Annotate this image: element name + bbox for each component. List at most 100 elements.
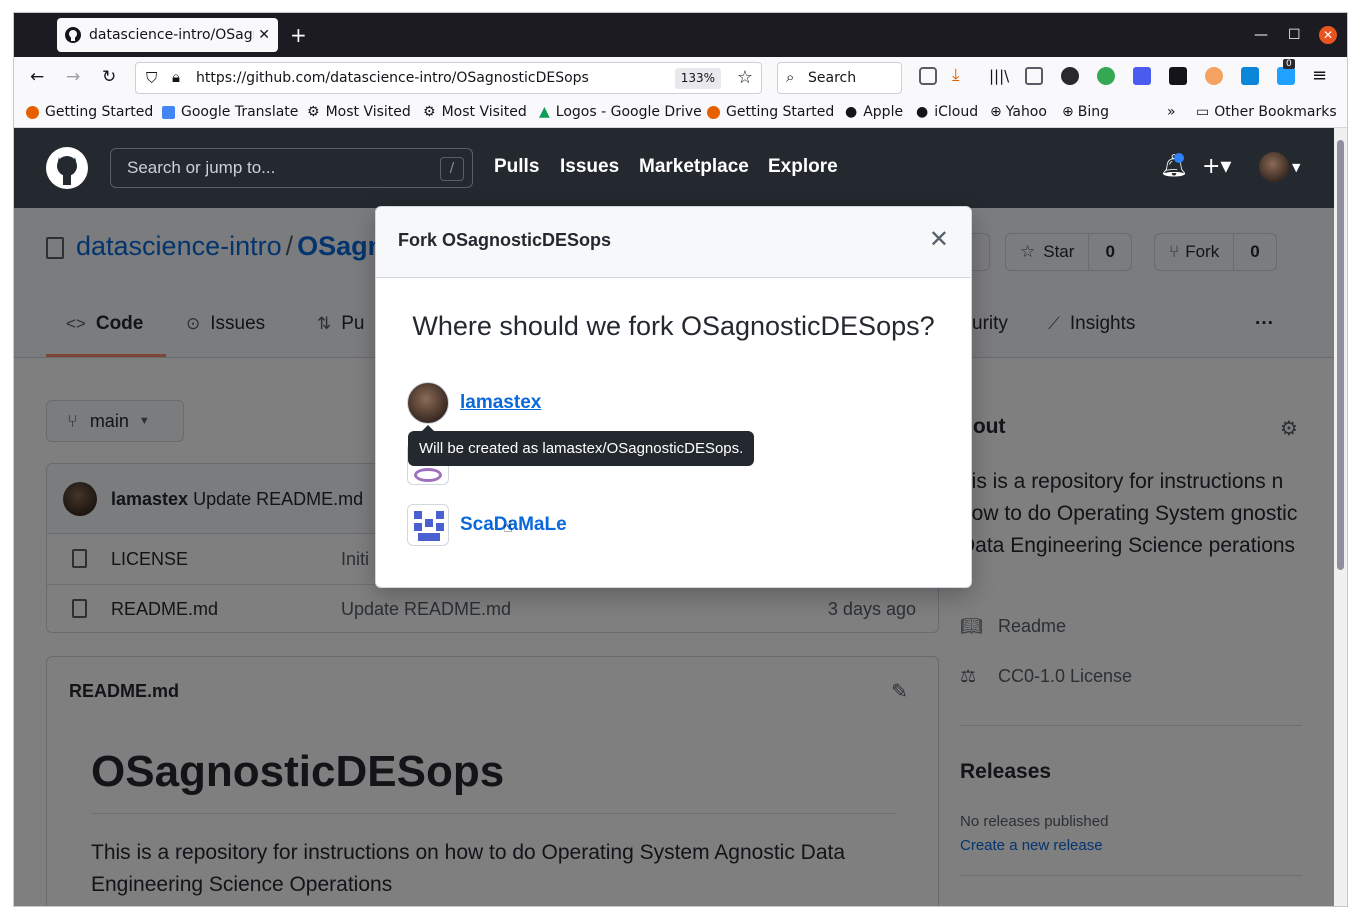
notification-dot: [1174, 153, 1184, 163]
other-bookmarks-label: Other Bookmarks: [1214, 104, 1337, 120]
bookmark-label: Apple: [863, 104, 904, 120]
fork-question: Where should we fork OSagnosticDESops?: [412, 311, 935, 341]
search-placeholder: Search: [808, 70, 857, 86]
bookmark-item[interactable]: ⊕ Yahoo: [990, 104, 1047, 120]
fork-dialog: Fork OSagnosticDESops ✕ Where should we …: [375, 206, 972, 588]
owner-name[interactable]: lamastex: [460, 392, 541, 414]
bookmark-item[interactable]: ● iCloud: [916, 104, 978, 120]
github-logo-icon[interactable]: [46, 147, 88, 189]
bookmark-label: Logos - Google Drive: [555, 104, 702, 120]
bookmark-label: Most Visited: [325, 104, 411, 120]
dialog-title: Fork OSagnosticDESops: [398, 230, 612, 250]
bookmarks-toolbar: Getting Started Google Translate ⚙ Most V…: [14, 97, 1347, 128]
dialog-header: Fork OSagnosticDESops ✕: [376, 207, 971, 278]
owl-extension-icon[interactable]: [1205, 67, 1223, 85]
bookmark-item[interactable]: Getting Started: [707, 104, 834, 120]
bookmark-label: Bing: [1077, 104, 1109, 120]
fork-destination-tooltip: Will be created as lamastex/OSagnosticDE…: [408, 425, 755, 466]
bookmark-item[interactable]: Google Translate: [162, 104, 298, 120]
bookmark-label: Yahoo: [1005, 104, 1047, 120]
owner-name[interactable]: ScaDaMaLe: [460, 514, 567, 536]
shield-icon[interactable]: ⛉: [146, 69, 157, 87]
search-icon: ⌕: [786, 68, 795, 86]
search-bar[interactable]: ⌕ Search: [777, 62, 902, 94]
nav-issues[interactable]: Issues: [560, 156, 619, 178]
fork-owner-option[interactable]: ScaDaMaLe: [407, 504, 567, 546]
chevron-down-icon[interactable]: ▼: [1292, 161, 1300, 174]
bookmark-item[interactable]: ⊕ Bing: [1062, 104, 1109, 120]
bookmark-star-icon[interactable]: ☆: [737, 67, 753, 88]
bookmark-label: Most Visited: [441, 104, 527, 120]
tab-close-icon[interactable]: ✕: [258, 27, 270, 43]
account-extension-icon[interactable]: [1061, 67, 1079, 85]
firefox-icon: [26, 105, 39, 119]
bookmark-item[interactable]: ⚙ Most Visited: [423, 104, 527, 120]
minimize-icon[interactable]: —: [1254, 27, 1268, 43]
window-close-icon[interactable]: ✕: [1319, 26, 1337, 44]
github-search-input[interactable]: Search or jump to... /: [110, 148, 473, 188]
user-avatar[interactable]: [1259, 152, 1289, 182]
folder-icon: ▭: [1196, 104, 1210, 120]
nav-explore[interactable]: Explore: [768, 156, 838, 178]
bookmark-item[interactable]: Getting Started: [26, 104, 153, 120]
forward-icon[interactable]: →: [66, 67, 80, 87]
web-page: Search or jump to... / Pulls Issues Mark…: [14, 128, 1334, 906]
url-text[interactable]: https://github.com/datascience-intro/OSa…: [196, 70, 589, 86]
back-icon[interactable]: ←: [30, 67, 44, 87]
tab-title: datascience-intro/OSagnosticDESops: [89, 27, 254, 43]
bookmark-item[interactable]: ● Apple: [845, 104, 903, 120]
tab-strip: datascience-intro/OSagnosticDESops ✕ + —…: [14, 13, 1347, 57]
badge-extension-icon[interactable]: 0: [1277, 59, 1295, 85]
bookmark-item[interactable]: ▲ Logos - Google Drive: [539, 104, 702, 120]
nav-pulls[interactable]: Pulls: [494, 156, 539, 178]
zoom-indicator[interactable]: 133%: [674, 68, 721, 89]
download-icon[interactable]: ⤓: [952, 65, 970, 85]
nav-marketplace[interactable]: Marketplace: [639, 156, 749, 178]
zoom-extension-icon[interactable]: [1133, 67, 1151, 85]
gear-icon: ⚙: [307, 104, 320, 120]
address-bar[interactable]: ⛉ 🔒︎ https://github.com/datascience-intr…: [135, 62, 762, 94]
translate-icon: [162, 105, 175, 119]
sidebar-icon[interactable]: [1025, 67, 1043, 85]
reload-icon[interactable]: ↻: [102, 67, 116, 87]
org-logo-icon: [414, 468, 442, 482]
github-search-placeholder: Search or jump to...: [127, 158, 276, 177]
apple-icon: ●: [916, 104, 929, 120]
firefox-icon: [707, 105, 720, 119]
library-icon[interactable]: |||\: [989, 67, 1009, 85]
globe-icon: ⊕: [1062, 104, 1074, 120]
bookmark-label: Getting Started: [45, 104, 154, 120]
globe-icon: ⊕: [990, 104, 1002, 120]
scrollbar-thumb[interactable]: [1337, 140, 1344, 570]
pocket-icon[interactable]: [919, 67, 937, 85]
gear-icon: ⚙: [423, 104, 436, 120]
github-favicon-icon: [65, 27, 81, 43]
bookmark-label: Getting Started: [726, 104, 835, 120]
search-shortcut-key: /: [440, 157, 464, 181]
lock-icon[interactable]: 🔒︎: [172, 68, 180, 86]
extension-badge: 0: [1283, 59, 1295, 69]
avatar: [407, 504, 449, 546]
browser-window: datascience-intro/OSagnosticDESops ✕ + —…: [14, 13, 1347, 906]
maximize-icon[interactable]: ☐: [1288, 27, 1301, 43]
create-plus-icon[interactable]: +▾: [1202, 154, 1231, 179]
fork-owner-option[interactable]: lamastex: [407, 382, 541, 424]
bookmark-item[interactable]: ⚙ Most Visited: [307, 104, 411, 120]
apple-icon: ●: [845, 104, 858, 120]
menu-icon[interactable]: ≡: [1312, 65, 1327, 86]
nav-toolbar: ← → ↻ ⛉ 🔒︎ https://github.com/datascienc…: [14, 57, 1347, 97]
bookmarks-overflow-icon[interactable]: »: [1167, 104, 1176, 120]
page-scrollbar[interactable]: [1334, 128, 1347, 906]
drive-icon: ▲: [539, 104, 550, 120]
close-icon[interactable]: ✕: [929, 225, 949, 253]
bookmark-label: iCloud: [934, 104, 979, 120]
other-bookmarks[interactable]: ▭ Other Bookmarks: [1196, 104, 1337, 120]
s-extension-icon[interactable]: [1241, 67, 1259, 85]
new-tab-button[interactable]: +: [290, 23, 307, 47]
vs-extension-icon[interactable]: [1169, 67, 1187, 85]
github-header: Search or jump to... / Pulls Issues Mark…: [14, 128, 1334, 208]
scadamale-logo-icon: [414, 511, 444, 541]
browser-tab[interactable]: datascience-intro/OSagnosticDESops ✕: [57, 18, 278, 52]
bookmark-label: Google Translate: [181, 104, 299, 120]
grammar-extension-icon[interactable]: [1097, 67, 1115, 85]
